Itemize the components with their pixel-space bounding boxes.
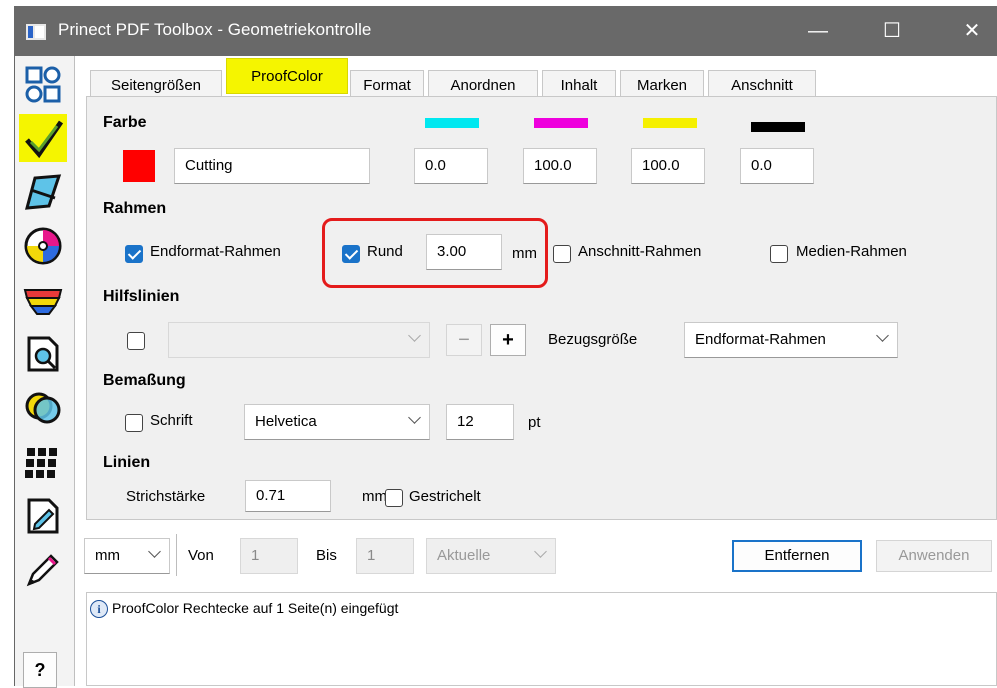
- unit-select-value: mm: [95, 547, 120, 564]
- rund-label: Rund: [367, 243, 403, 260]
- von-label: Von: [188, 547, 214, 564]
- bezugsgroesse-label: Bezugsgröße: [548, 331, 638, 348]
- strichstaerke-input[interactable]: 0.71: [245, 480, 331, 512]
- von-input[interactable]: 1: [240, 538, 298, 574]
- aktuelle-value: Aktuelle: [437, 547, 491, 564]
- black-input[interactable]: 0.0: [740, 148, 814, 184]
- gestrichelt-checkbox[interactable]: [385, 489, 403, 507]
- minus-button[interactable]: −: [446, 324, 482, 356]
- endformat-checkbox[interactable]: [125, 245, 143, 263]
- anschnitt-label: Anschnitt-Rahmen: [578, 243, 702, 260]
- chevron-down-icon: [534, 545, 547, 558]
- rahmen-heading: Rahmen: [103, 200, 167, 217]
- message-text: ProofColor Rechtecke auf 1 Seite(n) eing…: [112, 600, 399, 616]
- entfernen-button[interactable]: Entfernen: [732, 540, 862, 572]
- strichstaerke-unit: mm: [362, 488, 387, 505]
- color-disc-icon[interactable]: [19, 222, 67, 270]
- overlap-circles-icon[interactable]: [19, 384, 67, 432]
- farbe-heading: Farbe: [103, 114, 147, 131]
- grid-icon[interactable]: [19, 438, 67, 486]
- toolbox-icon[interactable]: [19, 60, 67, 108]
- rund-input[interactable]: 3.00: [426, 234, 502, 270]
- preflight-icon[interactable]: [19, 330, 67, 378]
- info-icon: i: [90, 600, 108, 618]
- medien-label: Medien-Rahmen: [796, 243, 907, 260]
- rund-unit: mm: [512, 245, 537, 262]
- edit-page-icon[interactable]: [19, 492, 67, 540]
- unit-select[interactable]: mm: [84, 538, 170, 574]
- schrift-label: Schrift: [150, 412, 193, 429]
- left-toolbar: ?: [15, 56, 75, 688]
- font-select-value: Helvetica: [255, 413, 317, 430]
- anschnitt-checkbox[interactable]: [553, 245, 571, 263]
- medien-checkbox[interactable]: [770, 245, 788, 263]
- pen-tool-icon[interactable]: [19, 546, 67, 594]
- font-select[interactable]: Helvetica: [244, 404, 430, 440]
- swatch-fan-icon[interactable]: [19, 276, 67, 324]
- cyan-input[interactable]: 0.0: [414, 148, 488, 184]
- color-name-input[interactable]: Cutting: [174, 148, 370, 184]
- schrift-checkbox[interactable]: [125, 414, 143, 432]
- chevron-down-icon: [876, 329, 889, 342]
- bis-label: Bis: [316, 547, 337, 564]
- magenta-input[interactable]: 100.0: [523, 148, 597, 184]
- magenta-icon: [534, 118, 588, 128]
- gestrichelt-label: Gestrichelt: [409, 488, 481, 505]
- chevron-down-icon: [408, 329, 421, 342]
- tab-proofcolor[interactable]: ProofColor: [226, 58, 348, 94]
- maximize-button[interactable]: ☐: [872, 14, 912, 48]
- close-button[interactable]: ✕: [952, 14, 992, 48]
- yellow-icon: [643, 118, 697, 128]
- minimize-button[interactable]: —: [798, 14, 838, 48]
- chevron-down-icon: [408, 411, 421, 424]
- bemassung-heading: Bemaßung: [103, 372, 186, 389]
- chevron-down-icon: [148, 545, 161, 558]
- help-button[interactable]: ?: [23, 652, 57, 688]
- plus-button[interactable]: +: [490, 324, 526, 356]
- cyan-icon: [425, 118, 479, 128]
- anwenden-button[interactable]: Anwenden: [876, 540, 992, 572]
- hilfslinien-checkbox[interactable]: [127, 332, 145, 350]
- hilfslinien-heading: Hilfslinien: [103, 288, 180, 305]
- bezugsgroesse-value: Endformat-Rahmen: [695, 331, 826, 348]
- black-icon: [751, 122, 805, 132]
- linien-heading: Linien: [103, 454, 151, 471]
- aktuelle-select[interactable]: Aktuelle: [426, 538, 556, 574]
- rund-checkbox[interactable]: [342, 245, 360, 263]
- toolbar-divider: [176, 534, 177, 576]
- endformat-label: Endformat-Rahmen: [150, 243, 281, 260]
- yellow-input[interactable]: 100.0: [631, 148, 705, 184]
- font-size-unit: pt: [528, 414, 541, 431]
- strichstaerke-label: Strichstärke: [126, 488, 206, 505]
- color-swatch[interactable]: [123, 150, 155, 182]
- app-icon: [26, 24, 46, 40]
- transform-icon[interactable]: [19, 168, 67, 216]
- geometry-check-icon[interactable]: [19, 114, 67, 162]
- hilfslinien-select[interactable]: [168, 322, 430, 358]
- bezugsgroesse-select[interactable]: Endformat-Rahmen: [684, 322, 898, 358]
- font-size-input[interactable]: 12: [446, 404, 514, 440]
- window-title: Prinect PDF Toolbox - Geometriekontrolle: [58, 20, 372, 39]
- bis-input[interactable]: 1: [356, 538, 414, 574]
- title-bar: Prinect PDF Toolbox - Geometriekontrolle…: [14, 6, 997, 56]
